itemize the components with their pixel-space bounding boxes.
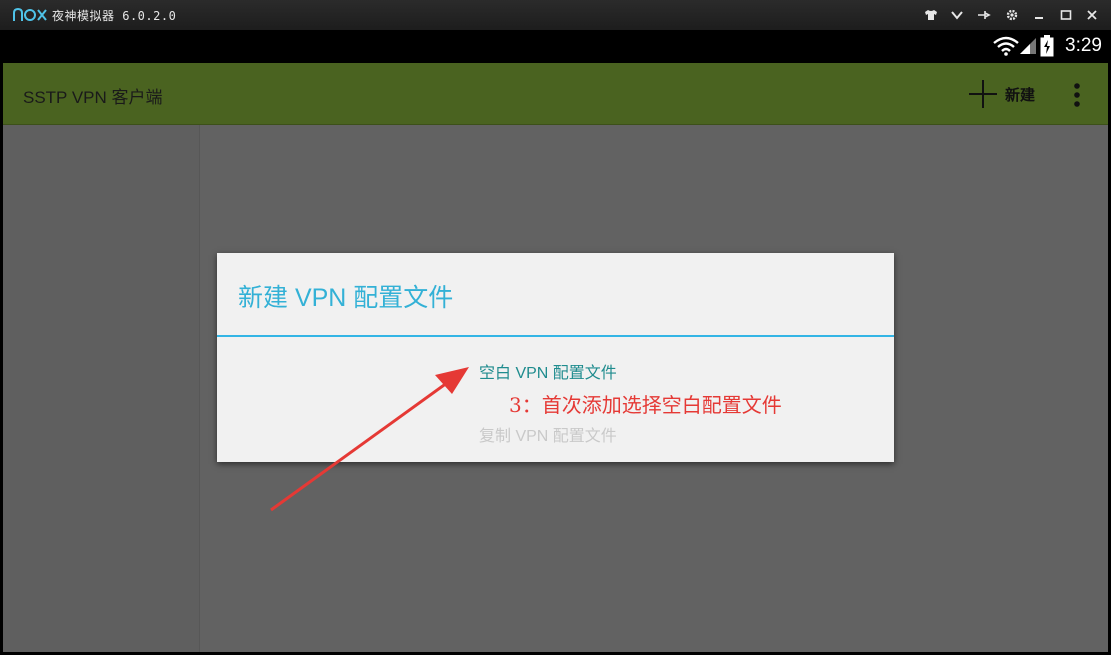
emulator-title-bar: 夜神模拟器 6.0.2.0 (0, 0, 1111, 30)
status-bar: 3:29 (3, 30, 1108, 63)
dialog-title: 新建 VPN 配置文件 (238, 284, 454, 312)
minimize-icon[interactable] (1027, 5, 1051, 25)
new-button-label: 新建 (1005, 85, 1036, 104)
shirt-icon[interactable] (919, 5, 943, 25)
close-icon[interactable] (1080, 5, 1104, 25)
overflow-menu-icon[interactable] (1069, 80, 1085, 110)
action-bar: SSTP VPN 客户端 新建 (3, 63, 1108, 125)
maximize-icon[interactable] (1054, 5, 1078, 25)
wifi-icon (993, 36, 1019, 56)
android-screen: 3:29 SSTP VPN 客户端 新建 新建 VPN 配置文件 空白 VPN … (3, 30, 1108, 652)
cell-signal-icon (1020, 38, 1036, 54)
blank-profile-option[interactable]: 空白 VPN 配置文件 (479, 359, 617, 383)
emulator-title: 夜神模拟器 6.0.2.0 (52, 9, 177, 23)
status-time: 3:29 (1065, 35, 1102, 56)
plus-icon (969, 80, 997, 108)
battery-charging-icon (1040, 35, 1054, 57)
pin-icon[interactable] (972, 5, 996, 25)
copy-profile-option[interactable]: 复制 VPN 配置文件 (479, 422, 617, 446)
dialog-divider (217, 335, 894, 337)
app-title: SSTP VPN 客户端 (23, 88, 163, 107)
new-profile-dialog: 新建 VPN 配置文件 空白 VPN 配置文件 3：首次添加选择空白配置文件 复… (217, 253, 894, 462)
profile-list-pane (3, 125, 200, 652)
chevron-down-icon[interactable] (945, 5, 969, 25)
nox-logo (13, 7, 47, 21)
settings-icon[interactable] (1000, 5, 1024, 25)
annotation-text: 3：首次添加选择空白配置文件 (509, 393, 782, 417)
new-button[interactable]: 新建 (967, 77, 1035, 111)
